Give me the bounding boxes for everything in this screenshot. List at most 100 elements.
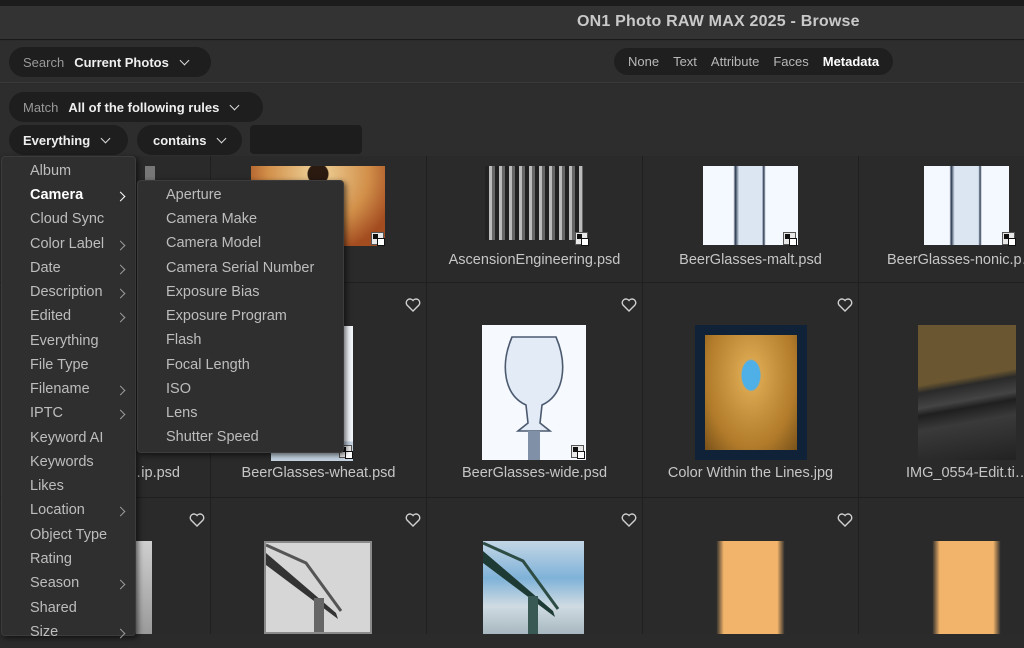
menu-item-filename[interactable]: Filename [30, 381, 130, 405]
search-scope-value: Current Photos [74, 54, 169, 70]
chevron-right-icon [115, 385, 126, 396]
rule-value-input[interactable] [250, 125, 362, 154]
like-heart-icon[interactable] [621, 298, 637, 312]
photo-cell[interactable]: Color Within the Lines.jpg [643, 283, 859, 498]
submenu-item-iso[interactable]: ISO [166, 381, 191, 397]
thumbnail [913, 541, 1020, 634]
photo-cell[interactable]: BeerGlasses-wide.psd [427, 283, 643, 498]
field-value: Everything [23, 132, 91, 148]
submenu-item-camera-serial-number[interactable]: Camera Serial Number [166, 260, 314, 276]
wine-glass-image [504, 336, 564, 460]
chevron-right-icon [115, 191, 126, 202]
menu-item-keywords[interactable]: Keywords [30, 454, 130, 478]
photo-cell[interactable]: AscensionEngineering.psd [427, 156, 643, 283]
menu-item-everything[interactable]: Everything [30, 333, 130, 357]
stack-badge-icon [575, 232, 589, 246]
like-heart-icon[interactable] [189, 513, 205, 527]
thumbnail [485, 166, 583, 240]
match-label: Match [23, 99, 59, 115]
submenu-item-shutter-speed[interactable]: Shutter Speed [166, 429, 259, 445]
photo-cell[interactable]: BeerGlasses-malt.psd [643, 156, 859, 283]
menu-item-file-type[interactable]: File Type [30, 357, 130, 381]
menu-item-description[interactable]: Description [30, 284, 130, 308]
stack-badge-icon [783, 232, 797, 246]
chevron-down-icon [217, 133, 227, 143]
submenu-item-camera-make[interactable]: Camera Make [166, 211, 257, 227]
menu-item-color-label[interactable]: Color Label [30, 236, 130, 260]
thumbnail [264, 541, 372, 634]
thumbnail [482, 325, 586, 460]
menu-item-iptc[interactable]: IPTC [30, 405, 130, 429]
like-heart-icon[interactable] [405, 298, 421, 312]
chevron-right-icon [115, 240, 126, 251]
thumbnail [695, 325, 807, 460]
menu-item-rating[interactable]: Rating [30, 551, 130, 575]
menu-item-likes[interactable]: Likes [30, 478, 130, 502]
menu-item-keyword-ai[interactable]: Keyword AI [30, 430, 130, 454]
stack-badge-icon [1002, 232, 1016, 246]
photo-cell[interactable] [427, 498, 643, 634]
like-heart-icon[interactable] [405, 513, 421, 527]
chevron-right-icon [115, 312, 126, 323]
menu-item-season[interactable]: Season [30, 575, 130, 599]
filename: BeerGlasses-nonic.p… [887, 252, 1024, 268]
search-scope-dropdown[interactable]: Search Current Photos [9, 47, 211, 77]
like-heart-icon[interactable] [837, 298, 853, 312]
menu-item-album[interactable]: Album [30, 163, 130, 187]
menu-item-size[interactable]: Size [30, 624, 130, 648]
window-title: ON1 Photo RAW MAX 2025 - Browse [577, 13, 860, 30]
tab-text[interactable]: Text [673, 54, 697, 69]
chevron-down-icon [179, 55, 190, 65]
thumbnail [918, 325, 1016, 460]
filename: IMG_0554-Edit.ti… [906, 465, 1024, 481]
thumbnail [482, 541, 584, 634]
title-bar: ON1 Photo RAW MAX 2025 - Browse [0, 6, 1024, 40]
chevron-down-icon [100, 133, 111, 143]
tab-attribute[interactable]: Attribute [711, 54, 759, 69]
operator-dropdown[interactable]: contains [137, 125, 242, 155]
menu-item-cloud-sync[interactable]: Cloud Sync [30, 211, 130, 235]
menu-item-date[interactable]: Date [30, 260, 130, 284]
rules-bar: Match All of the following rules Everyth… [0, 84, 1024, 156]
photo-cell[interactable] [859, 498, 1024, 634]
tab-metadata[interactable]: Metadata [823, 54, 879, 69]
tab-none[interactable]: None [628, 54, 659, 69]
operator-value: contains [153, 132, 207, 148]
submenu-item-lens[interactable]: Lens [166, 405, 197, 421]
submenu-item-exposure-program[interactable]: Exposure Program [166, 308, 287, 324]
like-heart-icon[interactable] [621, 513, 637, 527]
submenu-item-focal-length[interactable]: Focal Length [166, 357, 250, 373]
match-dropdown[interactable]: Match All of the following rules [9, 92, 263, 122]
thumbnail [697, 541, 804, 634]
match-value[interactable]: All of the following rules [68, 100, 219, 115]
field-dropdown[interactable]: Everything [9, 125, 128, 155]
chevron-right-icon [115, 288, 126, 299]
submenu-item-exposure-bias[interactable]: Exposure Bias [166, 284, 260, 300]
chevron-down-icon [229, 100, 240, 110]
bridge-image [265, 543, 343, 632]
chevron-right-icon [115, 264, 126, 275]
menu-item-object-type[interactable]: Object Type [30, 527, 130, 551]
submenu-item-flash[interactable]: Flash [166, 332, 201, 348]
filename: BeerGlasses-wide.psd [461, 465, 608, 481]
filename: AscensionEngineering.psd [448, 252, 621, 268]
photo-cell[interactable]: BeerGlasses-nonic.p… [859, 156, 1024, 283]
stack-badge-icon [371, 232, 385, 246]
submenu-item-aperture[interactable]: Aperture [166, 187, 222, 203]
photo-cell[interactable] [643, 498, 859, 634]
filename: BeerGlasses-malt.psd [679, 252, 822, 268]
menu-item-location[interactable]: Location [30, 502, 130, 526]
photo-cell[interactable] [211, 498, 427, 634]
menu-item-shared[interactable]: Shared [30, 600, 130, 624]
submenu-item-camera-model[interactable]: Camera Model [166, 235, 261, 251]
tab-faces[interactable]: Faces [773, 54, 808, 69]
menu-item-camera[interactable]: Camera [30, 187, 130, 211]
filename: Color Within the Lines.jpg [667, 465, 834, 481]
menu-item-edited[interactable]: Edited [30, 308, 130, 332]
field-dropdown-menu: Album Camera Cloud Sync Color Label Date… [1, 156, 136, 640]
photo-cell[interactable]: IMG_0554-Edit.ti… [859, 283, 1024, 498]
search-mode-tabs: None Text Attribute Faces Metadata [614, 48, 894, 75]
thumbnail [136, 541, 152, 634]
bridge-image [482, 541, 560, 634]
like-heart-icon[interactable] [837, 513, 853, 527]
